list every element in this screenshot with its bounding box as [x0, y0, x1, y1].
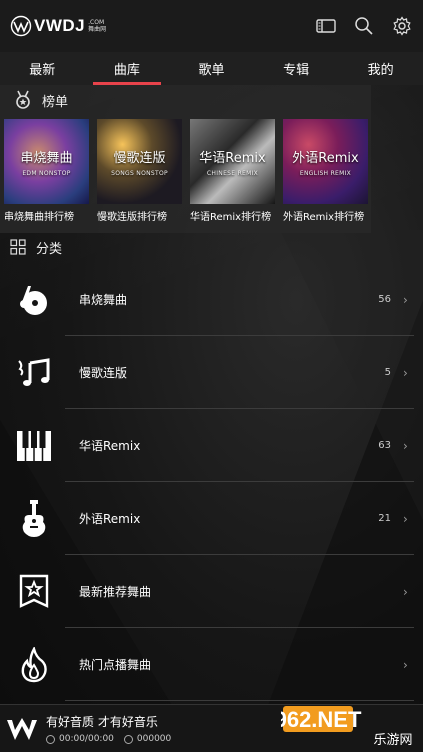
category-name: 外语Remix	[79, 512, 141, 526]
chevron-right-icon: ›	[403, 511, 408, 526]
categories-header: 分类	[0, 233, 423, 261]
chart-card[interactable]: 慢歌连版 SONGS NONSTOP 慢歌连版排行榜	[97, 119, 182, 229]
charts-header: 榜单	[4, 85, 371, 115]
guitar-icon	[14, 499, 54, 539]
category-name: 串烧舞曲	[79, 293, 128, 307]
logo-sub-domain: .COM	[88, 19, 105, 26]
category-row-hot[interactable]: 热门点播舞曲 ›	[0, 628, 423, 701]
watermark-text: 962.NET	[281, 707, 362, 732]
player-plays: 000000	[136, 734, 172, 744]
category-row-english-remix[interactable]: 外语Remix 21 ›	[0, 482, 423, 555]
category-row-recommended[interactable]: 最新推荐舞曲 ›	[0, 555, 423, 628]
music-note-icon	[14, 353, 54, 393]
category-name: 热门点播舞曲	[79, 658, 152, 672]
headphones-icon	[123, 734, 133, 744]
chart-label[interactable]: 外语Remix排行榜	[283, 204, 368, 229]
charts-row: 串烧舞曲 EDM NONSTOP 串烧舞曲排行榜 慢歌连版 SONGS NONS…	[4, 115, 371, 233]
chevron-right-icon: ›	[403, 657, 408, 672]
charts-title: 榜单	[42, 94, 69, 110]
category-count: 56	[378, 294, 391, 305]
chart-card[interactable]: 串烧舞曲 EDM NONSTOP 串烧舞曲排行榜	[4, 119, 89, 229]
logo: VWDJ .COM 舞曲网	[10, 15, 106, 37]
chart-label[interactable]: 华语Remix排行榜	[190, 204, 275, 229]
playlist-queue-icon[interactable]	[315, 15, 337, 37]
top-bar: VWDJ .COM 舞曲网	[0, 0, 423, 52]
logo-sub-cn: 舞曲网	[88, 26, 107, 33]
cover-title: 串烧舞曲	[20, 150, 73, 166]
cover-subtitle: EDM NONSTOP	[22, 169, 71, 177]
top-icons	[315, 15, 413, 37]
cover-subtitle: ENGLISH REMIX	[299, 169, 352, 177]
categories-title: 分类	[36, 241, 63, 257]
chart-cover[interactable]: 外语Remix ENGLISH REMIX	[283, 119, 368, 204]
chevron-right-icon: ›	[403, 365, 408, 380]
tab-bar: 最新 曲库 歌单 专辑 我的	[0, 52, 423, 85]
music-disc-icon	[14, 280, 54, 320]
cover-title: 华语Remix	[199, 150, 266, 166]
category-list: 串烧舞曲 56 › 慢歌连版 5 › 华语Remix 63 › 外语Remix …	[0, 263, 423, 701]
tab-label: 曲库	[113, 63, 140, 78]
chart-card[interactable]: 外语Remix ENGLISH REMIX 外语Remix排行榜	[283, 119, 368, 229]
chart-label[interactable]: 串烧舞曲排行榜	[4, 204, 89, 229]
tab-label: 我的	[367, 63, 394, 78]
category-count: 21	[378, 513, 391, 524]
tab-playlists[interactable]: 歌单	[169, 52, 254, 85]
chart-cover[interactable]: 华语Remix CHINESE REMIX	[190, 119, 275, 204]
chart-label[interactable]: 慢歌连版排行榜	[97, 204, 182, 229]
category-name: 慢歌连版	[79, 366, 128, 380]
player-time: 00:00/00:00	[59, 734, 114, 744]
grid-icon	[10, 239, 26, 255]
logo-sub: .COM 舞曲网	[88, 19, 106, 33]
chart-card[interactable]: 华语Remix CHINESE REMIX 华语Remix排行榜	[190, 119, 275, 229]
chevron-right-icon: ›	[403, 292, 408, 307]
tab-library[interactable]: 曲库	[85, 52, 170, 85]
watermark-logo: 962.NET 乐游网	[281, 706, 413, 748]
charts-section: 榜单 串烧舞曲 EDM NONSTOP 串烧舞曲排行榜 慢歌连版 SONGS N…	[0, 85, 371, 233]
tab-mine[interactable]: 我的	[338, 52, 423, 85]
cover-title: 慢歌连版	[113, 150, 166, 166]
medal-icon	[16, 90, 30, 109]
tab-label: 专辑	[283, 63, 310, 78]
logo-mark-icon	[10, 15, 32, 37]
tab-latest[interactable]: 最新	[0, 52, 85, 85]
star-badge-icon	[14, 572, 54, 612]
app: VWDJ .COM 舞曲网 最新 曲库 歌单 专辑 我的 榜单 串烧舞曲 EDM…	[0, 0, 423, 752]
category-name: 最新推荐舞曲	[79, 585, 152, 599]
search-icon[interactable]	[353, 15, 375, 37]
gear-icon[interactable]	[391, 15, 413, 37]
logo-text: VWDJ	[34, 16, 86, 35]
tab-albums[interactable]: 专辑	[254, 52, 339, 85]
chart-cover[interactable]: 慢歌连版 SONGS NONSTOP	[97, 119, 182, 204]
category-row-nonstop[interactable]: 串烧舞曲 56 ›	[0, 263, 423, 336]
tab-label: 最新	[29, 63, 56, 78]
player-info: 有好音质 才有好音乐 00:00/00:00 000000	[46, 713, 171, 744]
chevron-right-icon: ›	[403, 584, 408, 599]
clock-icon	[46, 734, 55, 744]
flame-icon	[14, 645, 54, 685]
player-logo-icon	[7, 717, 37, 740]
cover-subtitle: SONGS NONSTOP	[111, 169, 168, 177]
cover-title: 外语Remix	[292, 150, 359, 166]
chart-cover[interactable]: 串烧舞曲 EDM NONSTOP	[4, 119, 89, 204]
chevron-right-icon: ›	[403, 438, 408, 453]
category-row-chinese-remix[interactable]: 华语Remix 63 ›	[0, 409, 423, 482]
tab-label: 歌单	[198, 63, 225, 78]
category-row-slow[interactable]: 慢歌连版 5 ›	[0, 336, 423, 409]
category-name: 华语Remix	[79, 439, 141, 453]
player-title: 有好音质 才有好音乐	[46, 715, 158, 729]
category-count: 5	[384, 367, 391, 378]
cover-subtitle: CHINESE REMIX	[206, 169, 259, 177]
category-count: 63	[378, 440, 391, 451]
piano-keys-icon	[14, 426, 54, 466]
player-meta: 00:00/00:00 000000	[46, 734, 171, 744]
watermark-sub: 乐游网	[373, 733, 412, 748]
